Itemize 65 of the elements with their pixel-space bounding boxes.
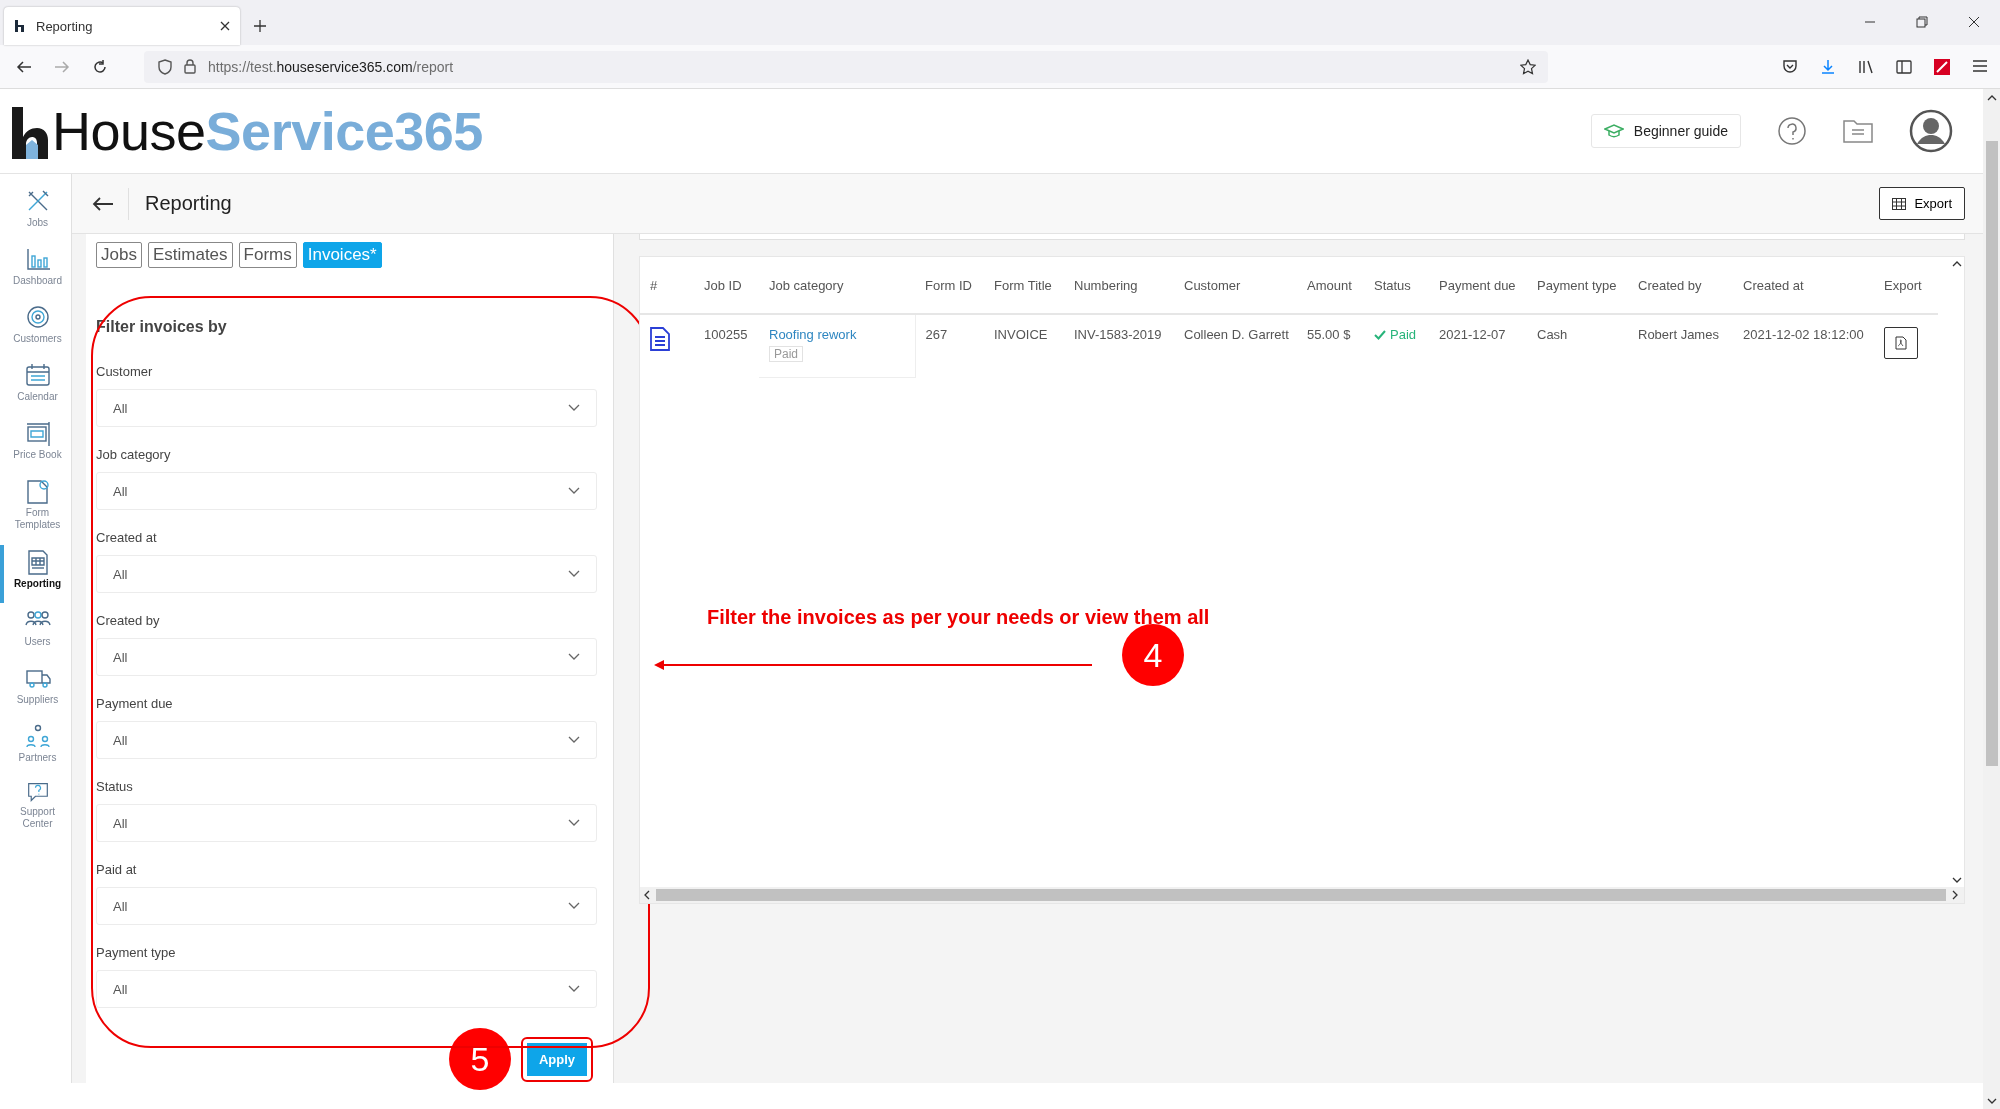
field-label: Paid at — [96, 862, 138, 877]
column-header: Form Title — [984, 257, 1064, 314]
column-header: Numbering — [1064, 257, 1174, 314]
step-number-badge: 5 — [448, 1028, 511, 1090]
job-category-link[interactable]: Roofing rework — [769, 327, 915, 342]
export-button[interactable]: Export — [1879, 187, 1965, 220]
table-cell: 267 — [915, 314, 984, 378]
column-header: Amount — [1297, 257, 1364, 314]
table-cell: INVOICE — [984, 314, 1064, 378]
column-header: Customer — [1174, 257, 1297, 314]
sidebar-item[interactable]: Partners — [0, 719, 71, 777]
column-header: Form ID — [915, 257, 984, 314]
sidebar-item[interactable]: Calendar — [0, 358, 71, 416]
page-title: Reporting — [145, 192, 232, 215]
sidebar-item[interactable]: Suppliers — [0, 661, 71, 719]
field-label: Payment type — [96, 945, 177, 960]
report-tab[interactable]: Jobs — [96, 242, 142, 268]
column-header: Created by — [1628, 257, 1733, 314]
url-text: https://test.houseservice365.com/report — [208, 58, 454, 75]
column-header: Status — [1364, 257, 1429, 314]
sidebar-item[interactable]: Jobs — [0, 184, 71, 242]
dropdown-field[interactable]: All — [96, 389, 597, 427]
column-header: Export — [1874, 257, 1938, 314]
sidebar-item[interactable]: Price Book — [0, 416, 71, 474]
status-text: Paid — [1374, 327, 1417, 342]
table-cell: 100255 — [694, 314, 759, 378]
sidebar-item[interactable]: Support Center — [0, 777, 71, 835]
column-header: Payment type — [1527, 257, 1628, 314]
dropdown-field[interactable]: All — [96, 970, 597, 1008]
field-label: Job category — [96, 447, 172, 462]
address-bar[interactable]: https://test.houseservice365.com/report — [144, 50, 1548, 83]
dropdown-field[interactable]: All — [96, 721, 597, 759]
field-label: Created at — [96, 530, 158, 545]
field-label: Payment due — [96, 696, 174, 711]
tab-title: Reporting — [36, 18, 94, 34]
column-header: Job ID — [694, 257, 759, 314]
table-cell: 55.00 $ — [1297, 314, 1364, 378]
dropdown-field[interactable]: All — [96, 555, 597, 593]
dropdown-field[interactable]: All — [96, 887, 597, 925]
report-tab[interactable]: Forms — [238, 242, 297, 268]
table-cell: Robert James — [1628, 314, 1733, 378]
field-label: Status — [96, 779, 134, 794]
table-cell: Cash — [1527, 314, 1628, 378]
table-cell: 2021-12-07 — [1429, 314, 1527, 378]
table-cell: INV-1583-2019 — [1064, 314, 1174, 378]
status-tag: Paid — [769, 346, 804, 362]
sidebar-item[interactable]: Form Templates — [0, 474, 71, 545]
sidebar-item[interactable]: Dashboard — [0, 242, 71, 300]
dropdown-field[interactable]: All — [96, 804, 597, 842]
column-header: Payment due — [1429, 257, 1527, 314]
column-header: # — [640, 257, 694, 314]
logo-text: HouseService365 — [52, 101, 483, 161]
sidebar-item[interactable]: Customers — [0, 300, 71, 358]
browser-tab[interactable]: Reporting — [4, 7, 240, 45]
table-cell: Colleen D. Garrett — [1174, 314, 1297, 378]
sidebar-item[interactable]: Users — [0, 603, 71, 661]
field-label: Created by — [96, 613, 161, 628]
table-cell: 2021-12-02 18:12:00 — [1733, 314, 1874, 378]
beginner-guide-button[interactable]: Beginner guide — [1590, 114, 1741, 148]
column-header: Created at — [1733, 257, 1874, 314]
dropdown-field[interactable]: All — [96, 638, 597, 676]
report-tab[interactable]: Estimates — [147, 242, 233, 268]
column-header: Job category — [759, 257, 915, 314]
field-label: Customer — [96, 364, 154, 379]
dropdown-field[interactable]: All — [96, 472, 597, 510]
